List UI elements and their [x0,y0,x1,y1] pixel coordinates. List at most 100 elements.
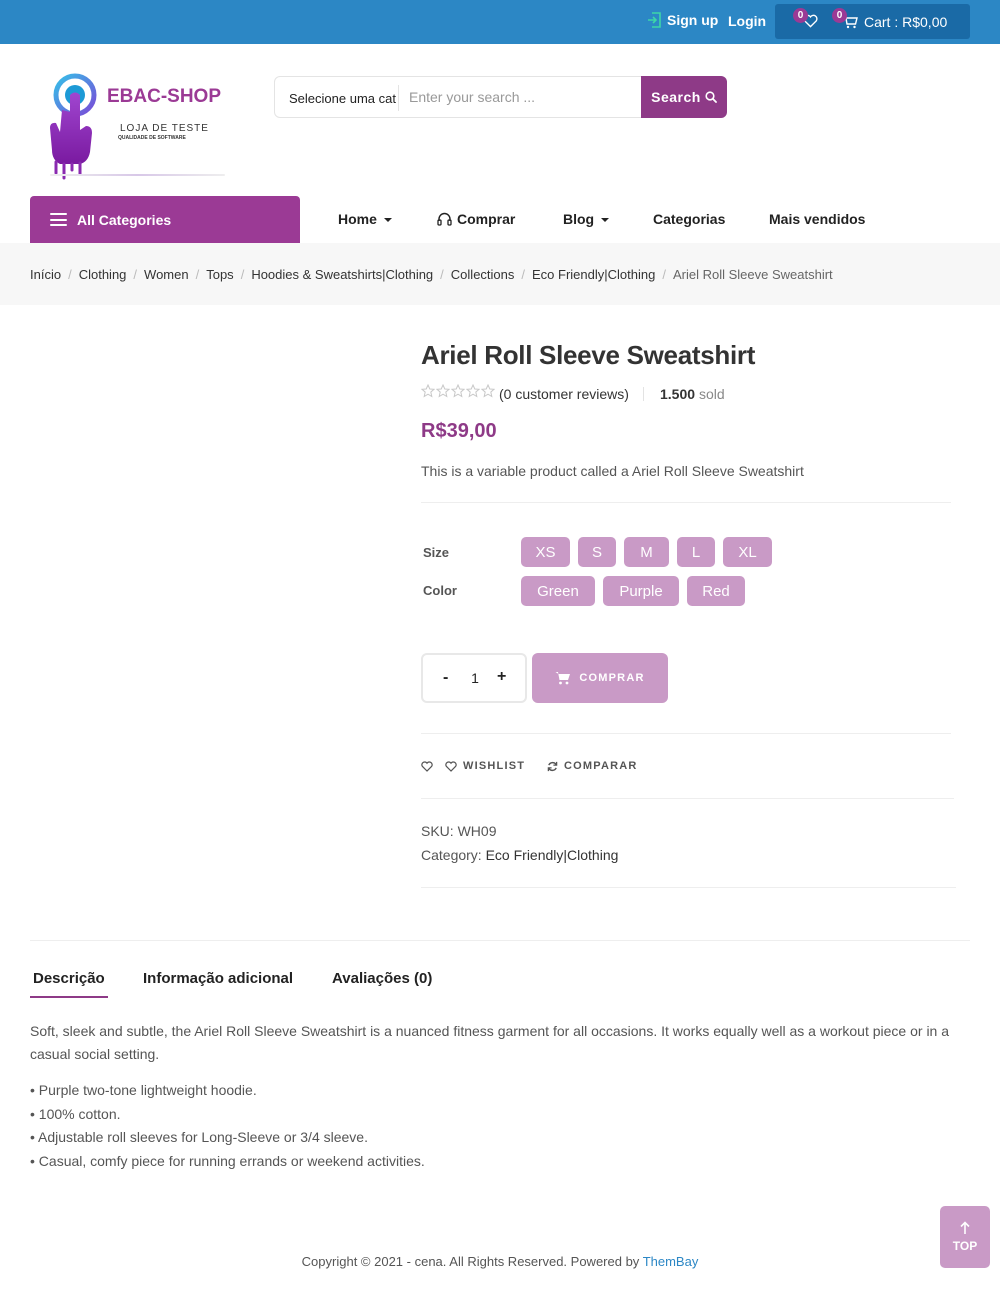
back-to-top-button[interactable]: TOP [940,1206,990,1268]
breadcrumb-item[interactable]: Início [30,267,61,282]
quantity-input[interactable]: 1 [469,670,481,686]
search-button[interactable]: Search [641,76,727,118]
breadcrumb-item[interactable]: Hoodies & Sweatshirts|Clothing [251,267,433,282]
star-icon [436,384,450,398]
wishlist-button[interactable]: WISHLIST [421,760,525,772]
quantity-increase-button[interactable]: + [497,668,506,686]
star-icon [481,384,495,398]
nav-comprar-label: Comprar [457,211,516,227]
size-option-xl[interactable]: XL [723,537,772,567]
nav-mais-vendidos[interactable]: Mais vendidos [769,211,865,227]
compare-label: COMPARAR [564,760,638,772]
compare-button[interactable]: COMPARAR [547,760,638,772]
search-category-select[interactable]: Selecione uma cat [289,91,396,106]
login-link[interactable]: Login [728,13,766,29]
cart-count-badge: 0 [832,8,847,23]
breadcrumb-item[interactable]: Tops [206,267,233,282]
divider [421,887,956,888]
star-icon [421,384,435,398]
signup-link[interactable]: Sign up [647,12,718,28]
breadcrumb-item[interactable]: Collections [451,267,515,282]
menu-icon [50,213,67,226]
add-to-cart-button[interactable]: COMPRAR [532,653,668,703]
nav-home[interactable]: Home [338,211,392,227]
cart-total[interactable]: Cart : R$0,00 [864,14,947,30]
search-divider [398,85,399,111]
search-button-label: Search [651,89,701,105]
footer-copyright: Copyright © 2021 - cena. All Rights Rese… [0,1254,1000,1269]
breadcrumb-item[interactable]: Clothing [79,267,127,282]
feature-list: • Purple two-tone lightweight hoodie. • … [30,1079,425,1174]
color-option-purple[interactable]: Purple [603,576,679,606]
cart-box[interactable]: 0 0 Cart : R$0,00 [775,4,970,39]
breadcrumb-item[interactable]: Women [144,267,189,282]
quantity-decrease-button[interactable]: - [443,669,448,687]
product-price: R$39,00 [421,420,497,442]
sku-label: SKU: [421,823,454,839]
sku-value: WH09 [457,823,497,839]
divider [421,733,951,734]
wishlist-count-badge: 0 [793,8,808,23]
category-link[interactable]: Eco Friendly|Clothing [486,847,619,863]
all-categories-label: All Categories [77,211,172,228]
list-item: • 100% cotton. [30,1105,121,1122]
size-option-s[interactable]: S [578,537,616,567]
signup-icon [648,12,661,28]
quantity-stepper: - 1 + [421,653,527,703]
tab-descricao[interactable]: Descrição [33,970,105,987]
tab-informacao-adicional[interactable]: Informação adicional [143,970,293,987]
divider [421,798,954,799]
search-input[interactable] [401,78,639,116]
list-item: • Adjustable roll sleeves for Long-Sleev… [30,1129,368,1146]
size-option-l[interactable]: L [677,537,715,567]
rating-stars [421,384,495,398]
heart-icon [445,760,457,772]
copyright-text: Copyright © 2021 - cena. All Rights Rese… [301,1254,643,1269]
refresh-icon [547,761,558,771]
chevron-down-icon [383,218,392,222]
headset-icon [437,212,452,226]
nav-blog[interactable]: Blog [563,211,610,227]
nav-mais-vendidos-label: Mais vendidos [769,211,866,227]
star-icon [466,384,480,398]
nav-home-label: Home [338,211,377,227]
color-label: Color [423,583,457,598]
cart-icon [555,672,571,685]
color-option-red[interactable]: Red [687,576,745,606]
divider [421,502,951,503]
sold-label: sold [698,386,725,402]
color-option-green[interactable]: Green [521,576,595,606]
search-bar: Selecione uma cat Search [274,76,727,118]
sold-count: 1.500 sold [660,386,725,402]
nav-comprar[interactable]: Comprar [437,211,515,227]
chevron-down-icon [601,218,610,222]
site-logo[interactable]: EBAC-SHOP LOJA DE TESTE QUALIDADE DE SOF… [40,70,230,180]
logo-hand-icon [50,73,97,180]
product-description: Soft, sleek and subtle, the Ariel Roll S… [30,1023,950,1062]
logo-tagline-small: QUALIDADE DE SOFTWARE [118,135,186,141]
search-icon [705,91,717,103]
heart-icon [421,760,433,772]
nav-categorias-label: Categorias [653,211,726,227]
nav-categorias[interactable]: Categorias [653,211,725,227]
sold-number: 1.500 [660,386,696,402]
category-label: Category: [421,847,482,863]
divider [30,940,970,941]
thembay-link[interactable]: ThemBay [643,1254,699,1269]
size-option-xs[interactable]: XS [521,537,570,567]
add-to-cart-label: COMPRAR [579,672,645,684]
tab-avaliacoes[interactable]: Avaliações (0) [332,970,432,987]
all-categories-button[interactable]: All Categories [30,196,300,243]
size-label: Size [423,545,450,560]
logo-brand-text: EBAC-SHOP [107,86,222,107]
breadcrumb-current: Ariel Roll Sleeve Sweatshirt [672,267,833,282]
size-option-m[interactable]: M [624,537,669,567]
product-sku: SKU: WH09 [421,823,496,839]
product-title: Ariel Roll Sleeve Sweatshirt [421,340,756,370]
breadcrumb-item[interactable]: Eco Friendly|Clothing [532,267,655,282]
reviews-link[interactable]: (0 customer reviews) [499,386,629,402]
rating-divider [643,387,644,401]
logo-underline [50,174,225,176]
active-tab-indicator [30,996,108,998]
back-to-top-label: TOP [952,1239,978,1253]
